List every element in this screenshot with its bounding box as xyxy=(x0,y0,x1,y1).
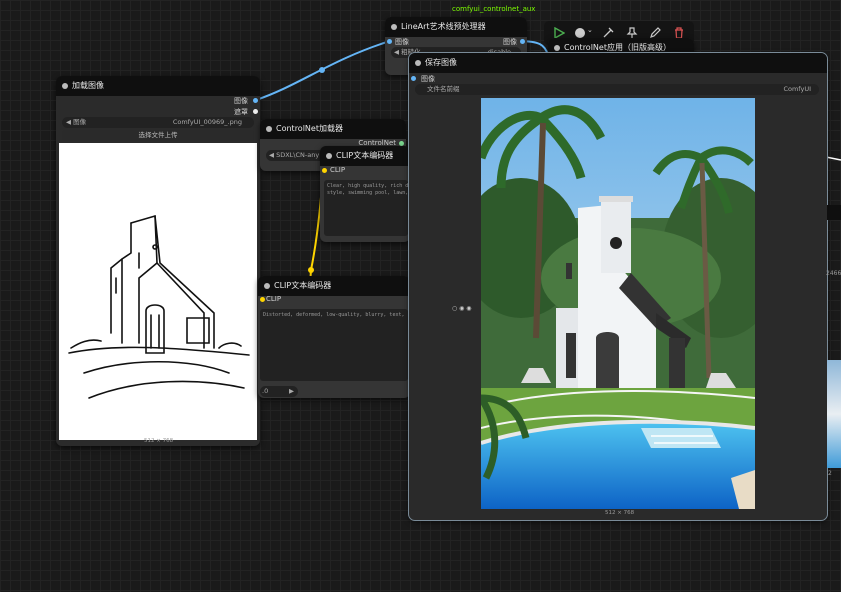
image-select-widget[interactable]: ◀ 图像 ComfyUI_00969_.png xyxy=(62,117,254,128)
image-size-label: 512 × 768 xyxy=(605,510,635,516)
node-title[interactable]: ControlNet加载器 xyxy=(260,119,406,139)
output-image-label: 图像 xyxy=(234,97,248,105)
node-title[interactable]: 加载图像 xyxy=(56,76,260,96)
filename-prefix-widget[interactable]: 文件名前缀 ComfyUI xyxy=(415,84,819,95)
output-mask-label: 遮罩 xyxy=(234,108,248,116)
chevron-down-icon[interactable]: ⌄ xyxy=(587,26,593,34)
save-image-node[interactable]: 保存图像 图像 文件名前缀 ComfyUI ○ ◉ ◉ 512 × 768 xyxy=(408,52,828,521)
node-title[interactable]: LineArt艺术线预处理器 xyxy=(385,17,527,37)
input-image-dot[interactable] xyxy=(411,76,416,81)
group-title: comfyui_controlnet_aux xyxy=(452,5,536,13)
image-select-value: ComfyUI_00969_.png xyxy=(172,118,242,126)
input-image-label: 图像 xyxy=(421,75,435,83)
input-clip-dot[interactable] xyxy=(260,297,265,302)
offscreen-node-text-2: 2 xyxy=(828,470,832,477)
input-clip-label: CLIP xyxy=(330,166,346,174)
filename-prefix-value: ComfyUI xyxy=(783,85,811,93)
generated-image xyxy=(481,98,755,509)
prompt-textarea[interactable]: Clear, high quality, rich deta style, sw… xyxy=(324,180,408,236)
prompt-textarea[interactable]: Distorted, deformed, low-quality, blurry… xyxy=(260,309,408,381)
upload-button[interactable]: 选择文件上传 xyxy=(62,130,254,141)
model-value: SDXL\CN-any xyxy=(276,151,320,159)
image-select-label: 图像 xyxy=(73,118,87,126)
offscreen-node-text: 2466 xyxy=(826,270,841,277)
clip-text-encode-node-negative[interactable]: CLIP文本编码器 CLIP Distorted, deformed, low-… xyxy=(258,276,410,398)
wire-midpoint-dot xyxy=(319,67,325,73)
extra-widget[interactable]: .0 ▶ xyxy=(260,386,298,397)
node-title[interactable]: 保存图像 xyxy=(409,53,827,73)
output-mask-dot[interactable] xyxy=(253,109,258,114)
offscreen-node-edge xyxy=(827,205,841,220)
input-clip-label: CLIP xyxy=(266,295,282,303)
image-size-label: 512 × 768 xyxy=(144,438,174,444)
input-clip-dot[interactable] xyxy=(322,168,327,173)
output-image-dot[interactable] xyxy=(253,98,258,103)
offscreen-wire xyxy=(825,156,841,161)
offscreen-thumbnail xyxy=(827,360,841,468)
input-image-dot[interactable] xyxy=(387,39,392,44)
output-image-label: 图像 xyxy=(503,38,517,46)
load-image-node[interactable]: 加载图像 图像 遮罩 ◀ 图像 ComfyUI_00969_.png 选择文件上… xyxy=(56,76,260,446)
filename-prefix-label: 文件名前缀 xyxy=(427,85,460,93)
clip-text-encode-node-positive[interactable]: CLIP文本编码器 CLIP Clear, high quality, rich… xyxy=(320,146,410,242)
dots-indicator-icon[interactable]: ○ ◉ ◉ xyxy=(452,305,472,312)
output-image-dot[interactable] xyxy=(520,39,525,44)
node-title[interactable]: CLIP文本编码器 xyxy=(320,146,410,166)
extra-widget-value: .0 xyxy=(262,387,269,395)
preview-image-lineart xyxy=(59,143,257,440)
node-title[interactable]: CLIP文本编码器 xyxy=(258,276,410,296)
circle-dropdown-icon[interactable] xyxy=(575,28,585,38)
input-image-label: 图像 xyxy=(395,38,409,46)
